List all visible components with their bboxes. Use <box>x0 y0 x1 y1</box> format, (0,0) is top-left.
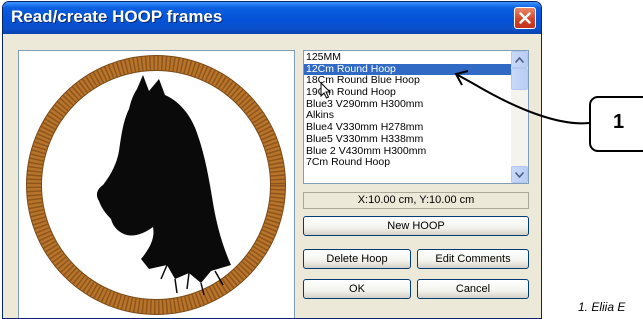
cancel-button[interactable]: Cancel <box>417 279 529 299</box>
list-scrollbar[interactable] <box>511 51 528 183</box>
hoop-list[interactable]: 125MM 12Cm Round Hoop 18Cm Round Blue Hoop… <box>303 50 529 184</box>
title-bar[interactable]: Read/create HOOP frames <box>3 2 541 34</box>
hoop-list-item[interactable]: 12Cm Round Hoop <box>304 63 511 76</box>
scroll-up-icon <box>515 56 524 63</box>
scroll-down-button[interactable] <box>511 166 528 183</box>
hoop-list-item[interactable]: Blue5 V330mm H338mm <box>304 134 511 146</box>
callout-number: 1 <box>613 111 625 133</box>
horse-head-image <box>96 75 231 283</box>
hoop-list-items: 125MM 12Cm Round Hoop 18Cm Round Blue Hoop… <box>304 52 511 169</box>
hoop-list-item[interactable]: 125MM <box>304 52 511 64</box>
scroll-down-icon <box>515 171 524 178</box>
hoop-list-item[interactable]: Blue4 V330mm H278mm <box>304 122 511 134</box>
edit-comments-button[interactable]: Edit Comments <box>417 249 529 269</box>
dialog-title: Read/create HOOP frames <box>11 7 223 26</box>
coordinates-readout: X:10.00 cm, Y:10.00 cm <box>303 192 529 209</box>
scroll-thumb[interactable] <box>511 68 528 90</box>
hoop-list-item[interactable]: Blue 2 V430mm H300mm <box>304 146 511 158</box>
hoop-list-item[interactable]: Alkins <box>304 110 511 122</box>
hoop-list-item[interactable]: 7Cm Round Hoop <box>304 157 511 169</box>
hoop-preview <box>18 50 295 318</box>
hoop-frames-dialog: Read/create HOOP frames 125MM 12Cm Round … <box>2 1 542 319</box>
close-icon <box>519 12 531 24</box>
hoop-list-item[interactable]: 19Cm Round Hoop <box>304 87 511 99</box>
scroll-up-button[interactable] <box>511 51 528 68</box>
hoop-preview-canvas <box>26 55 286 315</box>
callout-box: 1 <box>589 96 643 152</box>
hoop-list-item[interactable]: Blue3 V290mm H300mm <box>304 99 511 111</box>
footnote: 1. Eliia E <box>578 300 626 314</box>
ok-button[interactable]: OK <box>303 279 411 299</box>
new-hoop-button[interactable]: New HOOP <box>303 216 529 236</box>
close-button[interactable] <box>514 7 536 29</box>
delete-hoop-button[interactable]: Delete Hoop <box>303 249 411 269</box>
hoop-list-item[interactable]: 18Cm Round Blue Hoop <box>304 75 511 87</box>
